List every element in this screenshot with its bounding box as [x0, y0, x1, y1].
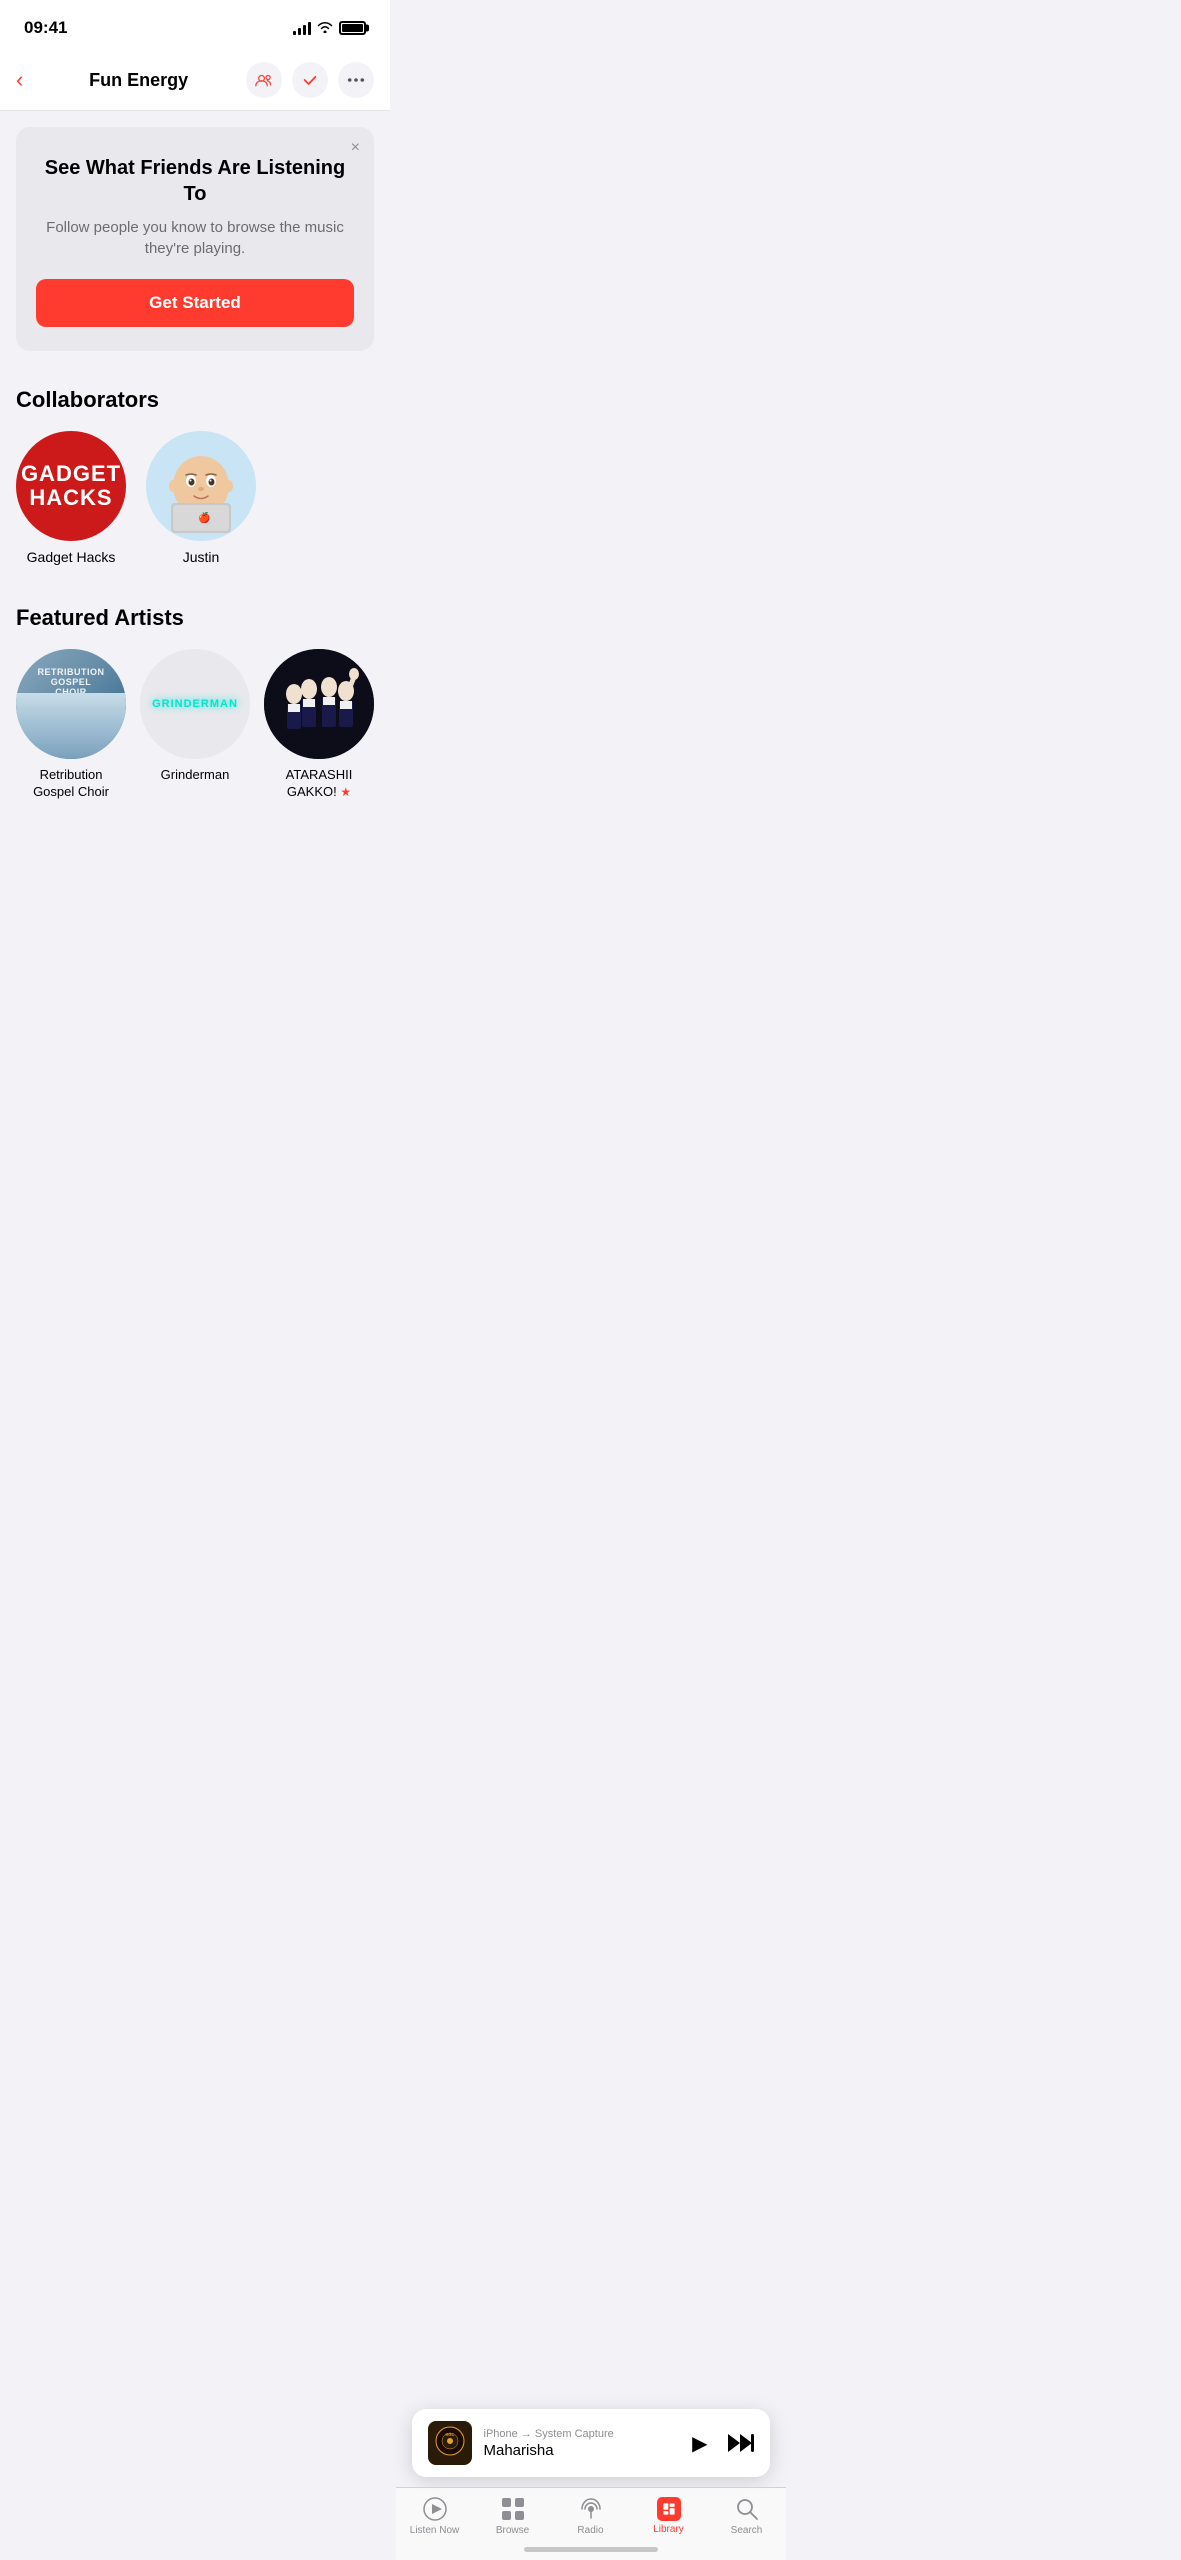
tab-browse[interactable]: Browse	[483, 2496, 543, 2536]
featured-artists-title: Featured Artists	[16, 605, 374, 631]
battery-icon	[339, 21, 366, 35]
svg-text:🍎: 🍎	[198, 511, 210, 524]
atarashii-avatar	[264, 649, 374, 759]
get-started-button[interactable]: Get Started	[36, 279, 354, 327]
friends-card: × See What Friends Are Listening To Foll…	[16, 127, 374, 351]
rgc-logo: RGC	[432, 2423, 468, 2463]
artists-list: RETRIBUTIONGOSPELCHOIR RetributionGospel…	[16, 649, 374, 811]
atarashii-name: ATARASHII GAKKO! ★	[264, 767, 374, 801]
collaborator-gadget-hacks[interactable]: GADGETHACKS Gadget Hacks	[16, 431, 126, 565]
justin-avatar: 🍎	[146, 431, 256, 541]
library-icon	[657, 2497, 681, 2521]
search-icon	[734, 2496, 760, 2522]
gadget-hacks-avatar: GADGETHACKS	[16, 431, 126, 541]
tab-listen-now-label: Listen Now	[410, 2525, 459, 2536]
collaborators-section: Collaborators GADGETHACKS Gadget Hacks	[0, 367, 390, 585]
now-playing-bar[interactable]: RGC iPhone → System Capture Maharisha ▶	[412, 2409, 770, 2477]
friends-banner-description: Follow people you know to browse the mus…	[36, 217, 354, 259]
friends-banner-title: See What Friends Are Listening To	[36, 155, 354, 207]
listen-now-icon	[422, 2496, 448, 2522]
page-title: Fun Energy	[89, 70, 188, 91]
gadget-hacks-logo: GADGETHACKS	[21, 462, 121, 510]
retribution-art: RETRIBUTIONGOSPELCHOIR	[16, 649, 126, 759]
play-button[interactable]: ▶	[692, 2431, 707, 2456]
friends-icon	[255, 71, 273, 89]
status-bar: 09:41	[0, 0, 390, 50]
more-icon	[347, 71, 365, 89]
navigation-bar: ‹ Fun Energy	[0, 50, 390, 111]
checkmark-icon	[301, 71, 319, 89]
signal-icon	[293, 21, 311, 35]
artist-atarashii-gakko[interactable]: ATARASHII GAKKO! ★	[264, 649, 374, 801]
now-playing-track: Maharisha	[484, 2442, 681, 2459]
wifi-icon	[317, 20, 333, 36]
radio-icon	[578, 2496, 604, 2522]
nav-actions	[246, 62, 374, 98]
justin-name: Justin	[183, 549, 220, 565]
retribution-avatar: RETRIBUTIONGOSPELCHOIR	[16, 649, 126, 759]
status-icons	[293, 20, 366, 36]
collaborator-justin[interactable]: 🍎 Justin	[146, 431, 256, 565]
justin-memoji: 🍎	[146, 431, 256, 541]
artist-grinderman[interactable]: GRINDERMAN Grinderman	[140, 649, 250, 801]
tab-search-label: Search	[731, 2525, 763, 2536]
artist-retribution-gospel-choir[interactable]: RETRIBUTIONGOSPELCHOIR RetributionGospel…	[16, 649, 126, 801]
tab-library[interactable]: Library	[639, 2497, 699, 2535]
checkmark-button[interactable]	[292, 62, 328, 98]
tab-listen-now[interactable]: Listen Now	[405, 2496, 465, 2536]
skip-button[interactable]	[726, 2432, 754, 2454]
main-content: × See What Friends Are Listening To Foll…	[0, 111, 390, 981]
home-indicator	[524, 2547, 658, 2552]
collaborators-list: GADGETHACKS Gadget Hacks	[16, 431, 374, 575]
now-playing-controls: ▶	[692, 2431, 753, 2456]
svg-text:RGC: RGC	[445, 2432, 454, 2437]
now-playing-info: iPhone → System Capture Maharisha	[484, 2428, 681, 2459]
collaborators-title: Collaborators	[16, 387, 374, 413]
star-badge: ★	[340, 785, 351, 799]
grinderman-avatar: GRINDERMAN	[140, 649, 250, 759]
featured-artists-section: Featured Artists RETRIBUTIONGOSPELCHOIR …	[0, 585, 390, 821]
friends-banner: × See What Friends Are Listening To Foll…	[0, 111, 390, 367]
friends-button[interactable]	[246, 62, 282, 98]
now-playing-thumbnail: RGC	[428, 2421, 472, 2465]
tab-radio[interactable]: Radio	[561, 2496, 621, 2536]
back-button[interactable]: ‹	[16, 65, 31, 95]
tab-library-label: Library	[653, 2524, 684, 2535]
skip-forward-icon	[726, 2432, 754, 2454]
gadget-hacks-name: Gadget Hacks	[27, 549, 116, 565]
tab-radio-label: Radio	[577, 2525, 603, 2536]
close-banner-button[interactable]: ×	[351, 139, 360, 157]
status-time: 09:41	[24, 18, 67, 38]
retribution-name: RetributionGospel Choir	[33, 767, 109, 801]
more-button[interactable]	[338, 62, 374, 98]
grinderman-logo: GRINDERMAN	[152, 698, 238, 710]
browse-icon	[500, 2496, 526, 2522]
tab-search[interactable]: Search	[717, 2496, 777, 2536]
grinderman-name: Grinderman	[161, 767, 230, 784]
atarashii-art	[264, 649, 374, 759]
now-playing-source: iPhone → System Capture	[484, 2428, 681, 2440]
tab-browse-label: Browse	[496, 2525, 529, 2536]
